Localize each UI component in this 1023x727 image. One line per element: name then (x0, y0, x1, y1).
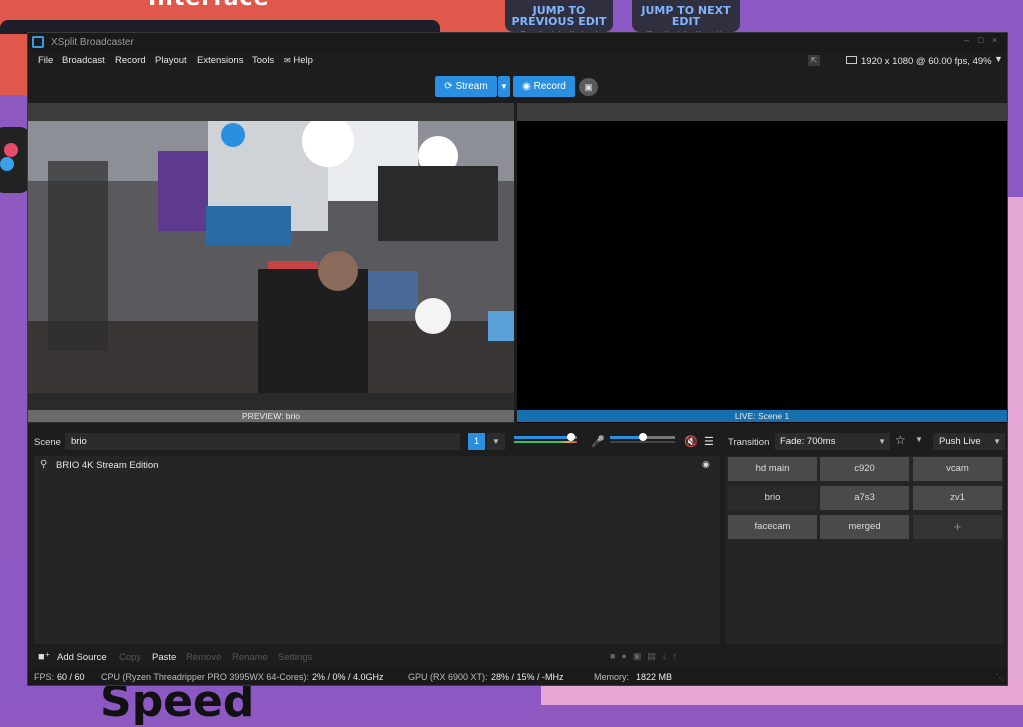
stream-label: Stream (455, 81, 488, 92)
remove-button[interactable]: Remove (186, 652, 221, 663)
menu-playout[interactable]: Playout (155, 55, 187, 66)
live-pane[interactable]: LIVE: Scene 1 (517, 103, 1007, 423)
maximize-icon[interactable]: □ (978, 35, 983, 45)
paste-button[interactable]: Paste (152, 652, 176, 663)
resolution-readout[interactable]: 1920 x 1080 @ 60.00 fps, 49% (861, 56, 992, 67)
desktop-heading: Interface (148, 0, 270, 11)
add-source-button[interactable]: Add Source (57, 652, 107, 663)
menu-record[interactable]: Record (115, 55, 146, 66)
stream-dropdown[interactable]: ▼ (498, 76, 510, 97)
gpu-label: GPU (RX 6900 XT): (408, 672, 488, 682)
transition-value: Fade: 700ms (780, 436, 836, 447)
gpu-value: 28% / 15% / -MHz (491, 672, 564, 682)
source-name: BRIO 4K Stream Edition (56, 460, 159, 471)
scenes-grid: hd main c920 vcam brio a7s3 zv1 facecam … (726, 456, 1004, 644)
record-icon: ◉ (522, 81, 531, 92)
jump-next-title: JUMP TO NEXT EDIT (641, 4, 731, 28)
resolve-logo-icon (0, 127, 30, 193)
record-button[interactable]: ◉ Record (513, 76, 575, 97)
title-bar: XSplit Broadcaster – □ × (28, 33, 1007, 52)
memory-label: Memory: (594, 672, 630, 682)
scene-button-c920[interactable]: c920 (820, 457, 909, 481)
preview-video (28, 121, 514, 393)
cpu-value: 2% / 0% / 4.0GHz (312, 672, 384, 682)
add-scene-button[interactable]: + (913, 515, 1002, 539)
scene-bar: Scene brio 1 ▼ 🎤 🔇 ☰ Transition Fade: 70… (28, 432, 1007, 453)
scene-name-input[interactable]: brio (65, 433, 460, 450)
scene-button-a7s3[interactable]: a7s3 (820, 486, 909, 510)
live-header (517, 103, 1007, 121)
share-icon[interactable]: ⇱ (808, 55, 820, 66)
status-bar: FPS: 60 / 60 CPU (Ryzen Threadripper PRO… (28, 669, 1007, 685)
menu-bar: File Broadcast Record Playout Extensions… (28, 52, 1007, 69)
eye-icon[interactable]: ◉ (702, 459, 710, 470)
jump-prev-card: JUMP TO PREVIOUS EDIT Moves the playhead… (505, 0, 613, 37)
rename-button[interactable]: Rename (232, 652, 268, 663)
audio-mixer-icon[interactable]: ☰ (704, 435, 714, 448)
copy-button[interactable]: Copy (119, 652, 141, 663)
cpu-label: CPU (Ryzen Threadripper PRO 3995WX 64-Co… (101, 672, 309, 682)
scene-dropdown[interactable]: ▼ (487, 433, 505, 450)
chevron-down-icon: ▼ (993, 437, 1001, 446)
broadcast-toolbar: ⟳ Stream ▼ ◉ Record ▣ (28, 69, 1007, 103)
preview-pane[interactable]: PREVIEW: brio (28, 103, 514, 423)
speaker-volume-slider[interactable] (514, 433, 577, 443)
scene-label: Scene (34, 437, 61, 448)
resize-grip-icon[interactable]: ⋱ (996, 673, 1004, 682)
chevron-down-icon: ▼ (878, 437, 886, 446)
add-source-icon[interactable]: ■⁺ (38, 650, 50, 663)
scene-button-facecam[interactable]: facecam (728, 515, 817, 539)
sources-list: ⚲ BRIO 4K Stream Edition ◉ (34, 456, 720, 644)
scene-button-zv1[interactable]: zv1 (913, 486, 1002, 510)
resolution-icon (846, 56, 857, 64)
layer-tools-icons[interactable]: ■●▣▤↓↑ (610, 651, 683, 662)
push-live-label: Push Live (939, 436, 981, 447)
mic-volume-knob[interactable] (638, 433, 647, 441)
menu-help-label: Help (293, 55, 313, 66)
scene-button-hd-main[interactable]: hd main (728, 457, 817, 481)
close-icon[interactable]: × (992, 35, 997, 45)
preview-label: PREVIEW: brio (28, 410, 514, 422)
menu-help[interactable]: ✉ Help (284, 55, 313, 66)
jump-next-card: JUMP TO NEXT EDIT Moves the playhead for… (632, 0, 740, 37)
record-label: Record (533, 81, 566, 92)
stream-icon: ⟳ (444, 81, 453, 92)
scene-button-merged[interactable]: merged (820, 515, 909, 539)
transition-select[interactable]: Fade: 700ms ▼ (775, 433, 890, 450)
live-label: LIVE: Scene 1 (517, 410, 1007, 422)
menu-broadcast[interactable]: Broadcast (62, 55, 105, 66)
push-live-button[interactable]: Push Live ▼ (933, 433, 1005, 450)
xsplit-logo-icon (32, 36, 44, 48)
minimize-icon[interactable]: – (964, 35, 969, 45)
webcam-icon: ⚲ (40, 459, 48, 470)
stream-button[interactable]: ⟳ Stream (435, 76, 497, 97)
help-icon: ✉ (284, 56, 291, 65)
settings-button[interactable]: Settings (278, 652, 312, 663)
menu-extensions[interactable]: Extensions (197, 55, 243, 66)
memory-value: 1822 MB (636, 672, 673, 682)
speaker-volume-knob[interactable] (566, 433, 575, 441)
menu-tools[interactable]: Tools (252, 55, 274, 66)
window-title: XSplit Broadcaster (51, 37, 134, 48)
mic-volume-slider[interactable] (610, 433, 675, 443)
star-icon[interactable]: ☆ (895, 433, 906, 447)
transition-label: Transition (728, 437, 770, 448)
scene-button-brio[interactable]: brio (728, 486, 817, 510)
scene-button-vcam[interactable]: vcam (913, 457, 1002, 481)
mute-speaker-icon[interactable]: 🔇 (684, 435, 698, 448)
camera-icon[interactable]: ▣ (579, 78, 598, 96)
preview-header (28, 103, 514, 121)
scene-number[interactable]: 1 (468, 433, 485, 450)
jump-prev-title: JUMP TO PREVIOUS EDIT (511, 4, 607, 28)
source-toolbar: ■⁺ Add Source Copy Paste Remove Rename S… (28, 648, 728, 666)
microphone-icon[interactable]: 🎤 (591, 435, 605, 448)
fps-label: FPS: (34, 672, 55, 682)
fps-value: 60 / 60 (57, 672, 85, 682)
chevron-down-icon[interactable]: ▼ (994, 54, 1003, 64)
menu-file[interactable]: File (38, 55, 53, 66)
source-item[interactable]: ⚲ BRIO 4K Stream Edition ◉ (34, 457, 720, 473)
studio-camera-feed (28, 121, 514, 393)
chevron-down-icon[interactable]: ▼ (915, 435, 923, 444)
xsplit-window: XSplit Broadcaster – □ × File Broadcast … (27, 32, 1008, 686)
